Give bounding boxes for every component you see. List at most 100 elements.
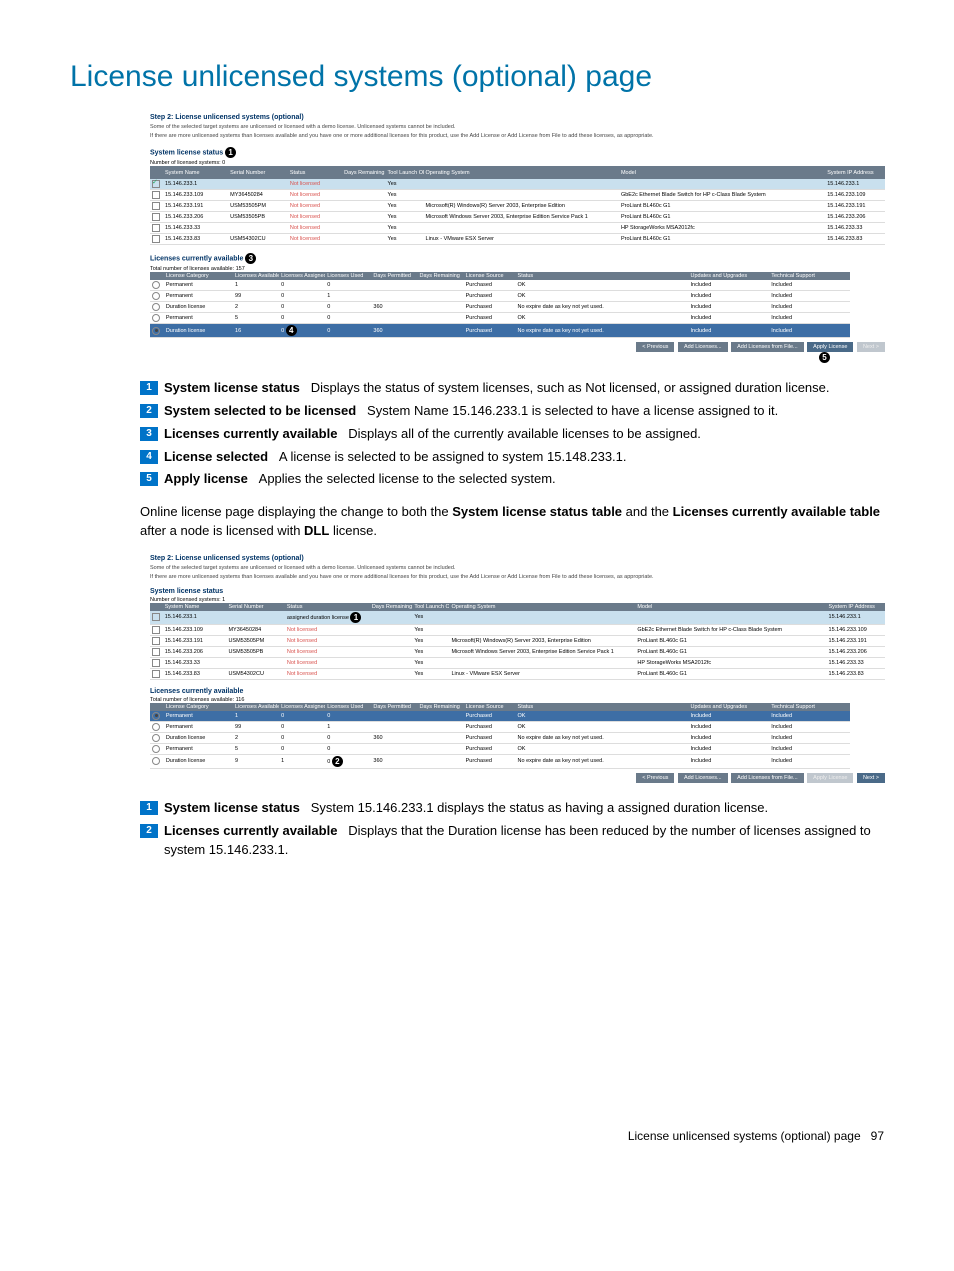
table-row[interactable]: 15.146.233.206USM53505PBNot licensedYesM… <box>150 212 885 223</box>
licenses-available-table: License Category Licenses Available Lice… <box>150 272 850 338</box>
system-license-table: System Name Serial Number Status Days Re… <box>150 603 885 680</box>
row-radio[interactable] <box>152 712 160 720</box>
row-checkbox[interactable] <box>152 659 160 667</box>
table-header-row: System Name Serial Number Status Days Re… <box>150 166 885 179</box>
next-button[interactable]: Next > <box>857 342 885 352</box>
row-checkbox[interactable] <box>152 235 160 243</box>
table-row[interactable]: 15.146.233.191USM53505PMNot licensedYesM… <box>150 635 885 646</box>
row-radio[interactable] <box>152 292 160 300</box>
note-1: Some of the selected target systems are … <box>150 565 885 571</box>
callout-4-icon: 4 <box>286 325 297 336</box>
legend-item: 3Licenses currently available Displays a… <box>140 425 884 444</box>
table-row[interactable]: 15.146.233.109MY36450284Not licensedYesG… <box>150 624 885 635</box>
row-radio[interactable] <box>152 745 160 753</box>
legend-2: 1System license status System 15.146.233… <box>140 799 884 860</box>
note-1: Some of the selected target systems are … <box>150 124 885 130</box>
table-row[interactable]: 15.146.233.191USM53505PMNot licensedYesM… <box>150 201 885 212</box>
callout-1-icon: 1 <box>350 612 361 623</box>
table-row[interactable]: Permanent9901PurchasedOKIncludedIncluded <box>150 291 850 302</box>
legend-1: 1System license status Displays the stat… <box>140 379 884 489</box>
legend-item: 1System license status System 15.146.233… <box>140 799 884 818</box>
legend-item: 2Licenses currently available Displays t… <box>140 822 884 860</box>
row-checkbox[interactable] <box>152 613 160 621</box>
add-licenses-file-button[interactable]: Add Licenses from File... <box>731 342 804 352</box>
table-row[interactable]: 15.146.233.83USM54302CUNot licensedYesLi… <box>150 668 885 679</box>
apply-license-button[interactable]: Apply License <box>807 773 853 783</box>
row-checkbox[interactable] <box>152 670 160 678</box>
add-licenses-file-button[interactable]: Add Licenses from File... <box>731 773 804 783</box>
table-row[interactable]: Duration license910 2360PurchasedNo expi… <box>150 754 850 768</box>
row-radio[interactable] <box>152 734 160 742</box>
step-title: Step 2: License unlicensed systems (opti… <box>150 555 885 562</box>
table-row[interactable]: Permanent100PurchasedOKIncludedIncluded <box>150 711 850 722</box>
table-row[interactable]: Duration license200360PurchasedNo expire… <box>150 732 850 743</box>
page-title: License unlicensed systems (optional) pa… <box>70 60 884 94</box>
apply-license-button[interactable]: Apply License <box>807 342 853 352</box>
table-header-row: System Name Serial Number Status Days Re… <box>150 603 885 611</box>
note-2: If there are more unlicensed systems tha… <box>150 574 885 580</box>
row-checkbox[interactable] <box>152 637 160 645</box>
next-button[interactable]: Next > <box>857 773 885 783</box>
table-row[interactable]: 15.146.233.206USM53505PBNot licensedYesM… <box>150 646 885 657</box>
legend-num-icon: 3 <box>140 427 158 441</box>
licenses-available-heading: Licenses currently available 3 <box>150 253 885 264</box>
legend-num-icon: 1 <box>140 801 158 815</box>
row-radio[interactable] <box>152 314 160 322</box>
system-license-status-heading: System license status <box>150 588 885 595</box>
row-checkbox[interactable] <box>152 180 160 188</box>
legend-item: 4License selected A license is selected … <box>140 448 884 467</box>
table-row[interactable]: Duration license160 40360PurchasedNo exp… <box>150 324 850 338</box>
note-2: If there are more unlicensed systems tha… <box>150 133 885 139</box>
legend-item: 5Apply license Applies the selected lice… <box>140 470 884 489</box>
table-row[interactable]: Permanent500PurchasedOKIncludedIncluded <box>150 313 850 324</box>
legend-num-icon: 2 <box>140 404 158 418</box>
row-checkbox[interactable] <box>152 626 160 634</box>
add-licenses-button[interactable]: Add Licenses... <box>678 342 728 352</box>
system-license-table: System Name Serial Number Status Days Re… <box>150 166 885 245</box>
legend-num-icon: 4 <box>140 450 158 464</box>
screenshot-2: Step 2: License unlicensed systems (opti… <box>150 555 885 783</box>
table-row[interactable]: 15.146.233.83USM54302CUNot licensedYesLi… <box>150 234 885 245</box>
licenses-available-table: License Category Licenses Available Lice… <box>150 703 850 769</box>
table-row[interactable]: 15.146.233.1Not licensedYes15.146.233.1 <box>150 179 885 190</box>
table-row[interactable]: 15.146.233.109MY36450284Not licensedYesG… <box>150 190 885 201</box>
legend-num-icon: 2 <box>140 824 158 838</box>
screenshot-1: Step 2: License unlicensed systems (opti… <box>150 114 885 363</box>
table-row[interactable]: Duration license200360PurchasedNo expire… <box>150 302 850 313</box>
page-footer: License unlicensed systems (optional) pa… <box>70 1129 884 1143</box>
previous-button[interactable]: < Previous <box>636 342 674 352</box>
legend-item: 2System selected to be licensed System N… <box>140 402 884 421</box>
table-row[interactable]: 15.146.233.33Not licensedYesHP StorageWo… <box>150 657 885 668</box>
row-radio[interactable] <box>152 723 160 731</box>
row-radio[interactable] <box>152 281 160 289</box>
row-checkbox[interactable] <box>152 191 160 199</box>
legend-num-icon: 1 <box>140 381 158 395</box>
legend-num-icon: 5 <box>140 472 158 486</box>
add-licenses-button[interactable]: Add Licenses... <box>678 773 728 783</box>
callout-3-icon: 3 <box>245 253 256 264</box>
table-row[interactable]: 15.146.233.1assigned duration license 1Y… <box>150 611 885 625</box>
table-row[interactable]: Permanent500PurchasedOKIncludedIncluded <box>150 743 850 754</box>
body-para: Online license page displaying the chang… <box>140 503 884 541</box>
row-radio[interactable] <box>152 757 160 765</box>
row-checkbox[interactable] <box>152 202 160 210</box>
system-license-status-heading: System license status 1 <box>150 147 885 158</box>
table-header-row: License Category Licenses Available Lice… <box>150 272 850 280</box>
row-checkbox[interactable] <box>152 213 160 221</box>
legend-item: 1System license status Displays the stat… <box>140 379 884 398</box>
table-row[interactable]: Permanent100PurchasedOKIncludedIncluded <box>150 280 850 291</box>
button-bar: < Previous Add Licenses... Add Licenses … <box>150 342 885 352</box>
callout-1-icon: 1 <box>225 147 236 158</box>
button-bar: < Previous Add Licenses... Add Licenses … <box>150 773 885 783</box>
table-row[interactable]: Permanent9901PurchasedOKIncludedIncluded <box>150 721 850 732</box>
table-header-row: License Category Licenses Available Lice… <box>150 703 850 711</box>
row-radio[interactable] <box>152 327 160 335</box>
row-checkbox[interactable] <box>152 224 160 232</box>
callout-5-icon: 5 <box>819 352 830 363</box>
callout-2-icon: 2 <box>332 756 343 767</box>
previous-button[interactable]: < Previous <box>636 773 674 783</box>
table-row[interactable]: 15.146.233.33Not licensedYesHP StorageWo… <box>150 223 885 234</box>
row-checkbox[interactable] <box>152 648 160 656</box>
row-radio[interactable] <box>152 303 160 311</box>
licenses-available-heading: Licenses currently available <box>150 688 885 695</box>
